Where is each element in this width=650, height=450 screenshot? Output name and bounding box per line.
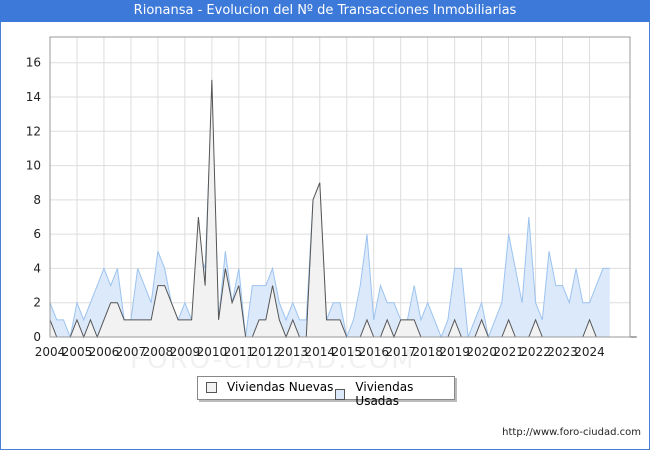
x-tick-label: 2022 (520, 345, 551, 359)
y-tick-label: 12 (26, 124, 41, 138)
legend-item-nuevas: Viviendas Nuevas (206, 380, 333, 394)
x-tick-label: 2010 (197, 345, 228, 359)
x-tick-label: 2018 (412, 345, 443, 359)
legend-label-nuevas: Viviendas Nuevas (227, 380, 334, 394)
y-tick-label: 10 (26, 159, 41, 173)
x-tick-label: 2021 (493, 345, 524, 359)
x-tick-labels: 2004200520062007200820092010201120122013… (35, 345, 605, 359)
x-tick-label: 2019 (439, 345, 470, 359)
x-tick-label: 2015 (331, 345, 362, 359)
x-tick-label: 2011 (224, 345, 255, 359)
legend-swatch-nuevas (206, 381, 217, 393)
legend-swatch-usadas (335, 388, 346, 400)
legend-item-usadas: Viviendas Usadas (335, 380, 454, 408)
y-tick-label: 8 (33, 193, 41, 207)
x-tick-label: 2004 (35, 345, 66, 359)
x-tick-label: 2016 (358, 345, 389, 359)
chart-legend: Viviendas Nuevas Viviendas Usadas (197, 376, 455, 408)
y-tick-label: 4 (33, 261, 41, 275)
source-link[interactable]: http://www.foro-ciudad.com (502, 427, 641, 438)
x-tick-label: 2005 (62, 345, 93, 359)
x-tick-label: 2006 (89, 345, 120, 359)
y-tick-labels: 0 2 4 6 8 10 12 14 16 (26, 56, 41, 344)
x-tick-label: 2007 (116, 345, 147, 359)
y-tick-label: 0 (33, 330, 41, 344)
x-tick-label: 2020 (466, 345, 497, 359)
y-tick-label: 2 (33, 296, 41, 310)
x-tick-label: 2013 (278, 345, 309, 359)
x-tick-label: 2012 (251, 345, 282, 359)
x-tick-label: 2009 (170, 345, 201, 359)
x-tick-label: 2017 (385, 345, 416, 359)
y-tick-label: 16 (26, 56, 41, 70)
legend-label-usadas: Viviendas Usadas (355, 380, 414, 408)
x-tick-label: 2023 (547, 345, 578, 359)
x-tick-label: 2014 (304, 345, 335, 359)
x-tick-label: 2008 (143, 345, 174, 359)
y-tick-label: 14 (26, 90, 41, 104)
y-tick-label: 6 (33, 227, 41, 241)
x-tick-label: 2024 (574, 345, 605, 359)
